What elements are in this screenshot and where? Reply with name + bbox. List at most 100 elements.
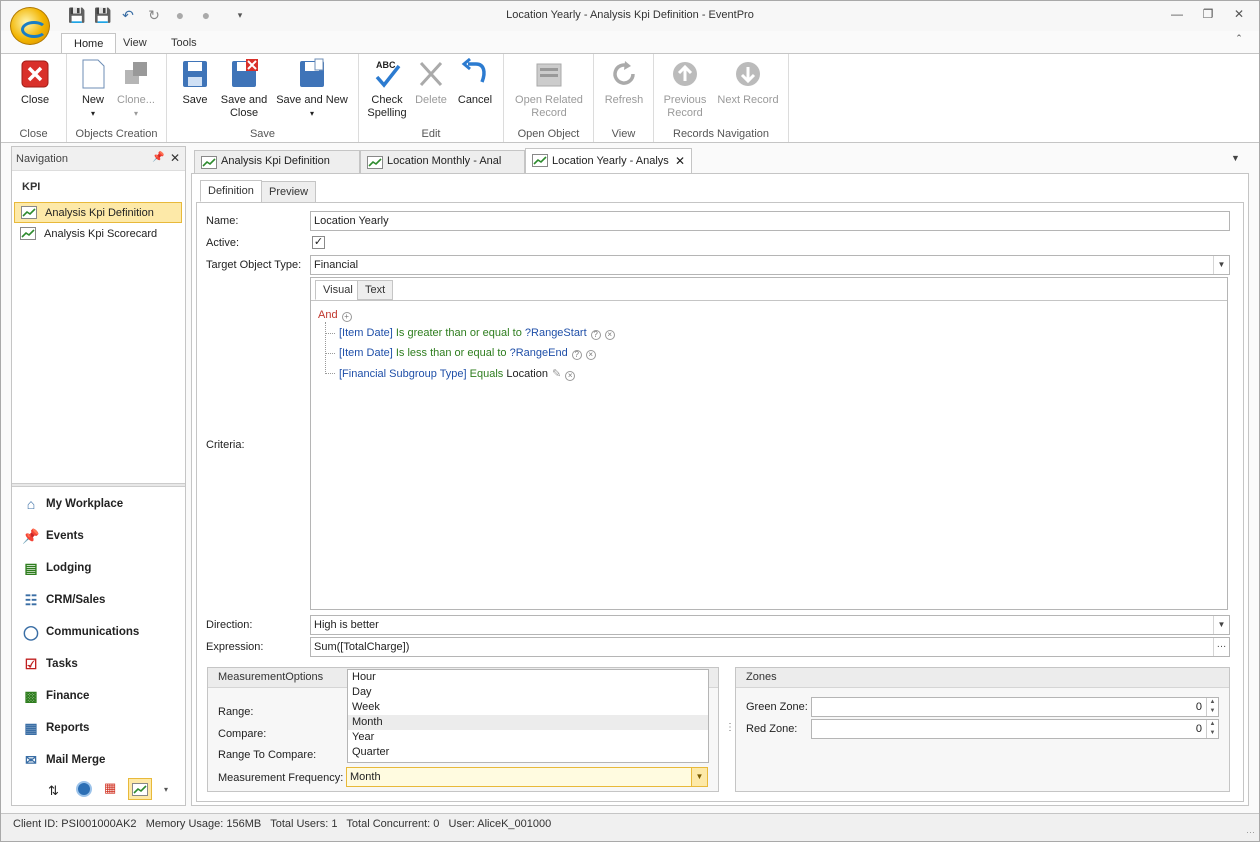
resize-grip-icon[interactable]: ⋯ xyxy=(1246,822,1255,842)
save-and-new-button[interactable]: Save and New ▾ xyxy=(273,58,351,120)
svg-text:ABC: ABC xyxy=(376,60,396,70)
group-save: Save Save and Close Save and New ▾ Save xyxy=(167,54,359,142)
group-view: Refresh View xyxy=(594,54,654,142)
clone-button[interactable]: Clone... ▾ xyxy=(113,58,159,120)
criteria-row[interactable]: [Item Date] Is less than or equal to ?Ra… xyxy=(339,347,596,360)
option-week[interactable]: Week xyxy=(348,700,708,715)
active-checkbox[interactable]: ✓ xyxy=(312,236,325,249)
close-window-icon[interactable]: ✕ xyxy=(1229,7,1249,23)
save-and-close-button[interactable]: Save and Close xyxy=(217,58,271,120)
previous-record-button[interactable]: Previous Record xyxy=(660,58,710,120)
down-icon[interactable]: ● xyxy=(198,7,214,23)
criteria-root-and[interactable]: And + xyxy=(318,309,352,322)
up-icon[interactable]: ● xyxy=(172,7,188,23)
doc-tab-location-monthly[interactable]: Location Monthly - Anal xyxy=(360,150,525,173)
nav-item-analysis-kpi-definition[interactable]: Analysis Kpi Definition xyxy=(14,202,182,223)
save-close-icon[interactable]: 💾 xyxy=(94,7,111,23)
close-panel-icon[interactable]: ✕ xyxy=(170,151,180,165)
group-records-navigation: Previous Record Next Record Records Navig… xyxy=(654,54,789,142)
nav-lodging[interactable]: ▤ Lodging xyxy=(22,558,91,578)
minimize-icon[interactable]: — xyxy=(1167,7,1187,23)
previous-icon xyxy=(673,62,697,86)
status-text: Client ID: PSI001000AK2 Memory Usage: 15… xyxy=(13,818,552,830)
tree-branch xyxy=(325,373,335,374)
tab-tools[interactable]: Tools xyxy=(159,33,209,53)
restore-icon[interactable]: ❐ xyxy=(1198,7,1218,23)
splitter-grip[interactable]: ⋮ xyxy=(725,723,735,733)
option-day[interactable]: Day xyxy=(348,685,708,700)
collapse-ribbon-icon[interactable]: ⌃ xyxy=(1229,33,1249,49)
next-record-button[interactable]: Next Record xyxy=(714,58,782,107)
criteria-label: Criteria: xyxy=(206,439,245,451)
nav-item-analysis-kpi-scorecard[interactable]: Analysis Kpi Scorecard xyxy=(14,224,182,245)
red-zone-input[interactable]: 0 ▲ ▼ xyxy=(811,719,1219,739)
nav-finance[interactable]: ▩ Finance xyxy=(22,686,89,706)
pin-icon[interactable]: 📌 xyxy=(152,152,164,163)
document-tabs: Analysis Kpi Definition Location Monthly… xyxy=(191,147,1249,173)
undo-icon[interactable]: ↶ xyxy=(120,7,136,23)
tab-view[interactable]: View xyxy=(111,33,159,53)
expression-input[interactable]: Sum([TotalCharge])… xyxy=(310,637,1230,657)
option-quarter[interactable]: Quarter xyxy=(348,745,708,760)
option-month[interactable]: Month xyxy=(348,715,708,730)
direction-select[interactable]: High is better ▼ xyxy=(310,615,1230,635)
navigation-header: Navigation 📌 ✕ xyxy=(12,147,185,171)
tab-preview[interactable]: Preview xyxy=(261,181,317,203)
nav-section-kpi: KPI xyxy=(22,181,41,193)
option-hour[interactable]: Hour xyxy=(348,670,708,685)
group-label-save: Save xyxy=(249,128,276,140)
tab-text[interactable]: Text xyxy=(357,280,394,300)
sort-arrows-icon[interactable]: ⇅ xyxy=(48,783,59,799)
tab-list-dropdown-icon[interactable]: ▼ xyxy=(1231,153,1240,163)
measurement-frequency-label: Measurement Frequency: xyxy=(218,772,344,784)
customize-icon[interactable]: ▾ xyxy=(232,7,248,23)
redo-icon[interactable]: ↻ xyxy=(146,7,162,23)
tab-home[interactable]: Home xyxy=(61,33,117,53)
save-icon[interactable]: 💾 xyxy=(68,7,85,23)
cancel-button[interactable]: Cancel xyxy=(453,58,497,107)
green-zone-label: Green Zone: xyxy=(746,701,808,713)
spinner-icon: ▲ ▼ xyxy=(1206,720,1218,738)
frequency-dropdown-list[interactable]: Hour Day Week Month Year Quarter xyxy=(347,669,709,763)
tab-visual[interactable]: Visual xyxy=(315,280,361,300)
green-zone-input[interactable]: 0 ▲ ▼ xyxy=(811,697,1219,717)
close-tab-icon[interactable]: ✕ xyxy=(675,149,685,173)
nav-mail-merge[interactable]: ✉ Mail Merge xyxy=(22,750,105,770)
doc-tab-location-yearly[interactable]: Location Yearly - Analys ✕ xyxy=(525,148,692,173)
nav-my-workplace[interactable]: ⌂ My Workplace xyxy=(22,494,123,514)
target-object-type-select[interactable]: Financial ▼ xyxy=(310,255,1230,275)
criteria-row[interactable]: [Item Date] Is greater than or equal to … xyxy=(339,327,615,340)
new-button[interactable]: New ▾ xyxy=(73,58,113,120)
refresh-button[interactable]: Refresh xyxy=(600,58,648,107)
tab-definition[interactable]: Definition xyxy=(200,180,262,202)
compare-label: Compare: xyxy=(218,728,267,740)
delete-button[interactable]: Delete xyxy=(411,58,451,107)
globe-icon[interactable] xyxy=(76,781,92,797)
nav-communications[interactable]: ◯ Communications xyxy=(22,622,139,642)
more-modules-icon[interactable]: ▾ xyxy=(164,785,168,794)
measurement-frequency-select[interactable]: Month ▼ xyxy=(346,767,708,787)
kpi-module-icon[interactable] xyxy=(128,778,152,800)
criteria-row[interactable]: [Financial Subgroup Type] Equals Locatio… xyxy=(339,367,576,381)
name-input[interactable]: Location Yearly xyxy=(310,211,1230,231)
option-year[interactable]: Year xyxy=(348,730,708,745)
nav-reports[interactable]: ▦ Reports xyxy=(22,718,89,738)
save-button[interactable]: Save xyxy=(175,58,215,107)
kpi-definition-form: Definition Preview Name: Location Yearly… xyxy=(191,173,1249,806)
zones-title: Zones xyxy=(736,668,1229,688)
close-button[interactable]: Close xyxy=(15,58,55,107)
splitter[interactable] xyxy=(12,483,185,487)
nav-events[interactable]: 📌 Events xyxy=(22,526,83,546)
nav-tasks[interactable]: ☑ Tasks xyxy=(22,654,78,674)
check-spelling-button[interactable]: ABC Check Spelling xyxy=(365,58,409,120)
bar-chart-icon[interactable]: ▦ xyxy=(104,780,116,796)
pushpin-icon: 📌 xyxy=(22,528,40,544)
undo-arrow-icon xyxy=(461,58,486,83)
doc-tab-analysis-kpi-definition[interactable]: Analysis Kpi Definition xyxy=(194,150,360,173)
nav-crm-sales[interactable]: ☷ CRM/Sales xyxy=(22,590,106,610)
criteria-editor[interactable]: Visual Text And + [Item Date] Is greater … xyxy=(310,277,1228,610)
expression-label: Expression: xyxy=(206,641,264,653)
navigation-panel: Navigation 📌 ✕ KPI Analysis Kpi Definiti… xyxy=(11,146,186,806)
group-label-objects: Objects Creation xyxy=(75,128,158,140)
open-related-record-button[interactable]: Open Related Record xyxy=(508,58,590,120)
